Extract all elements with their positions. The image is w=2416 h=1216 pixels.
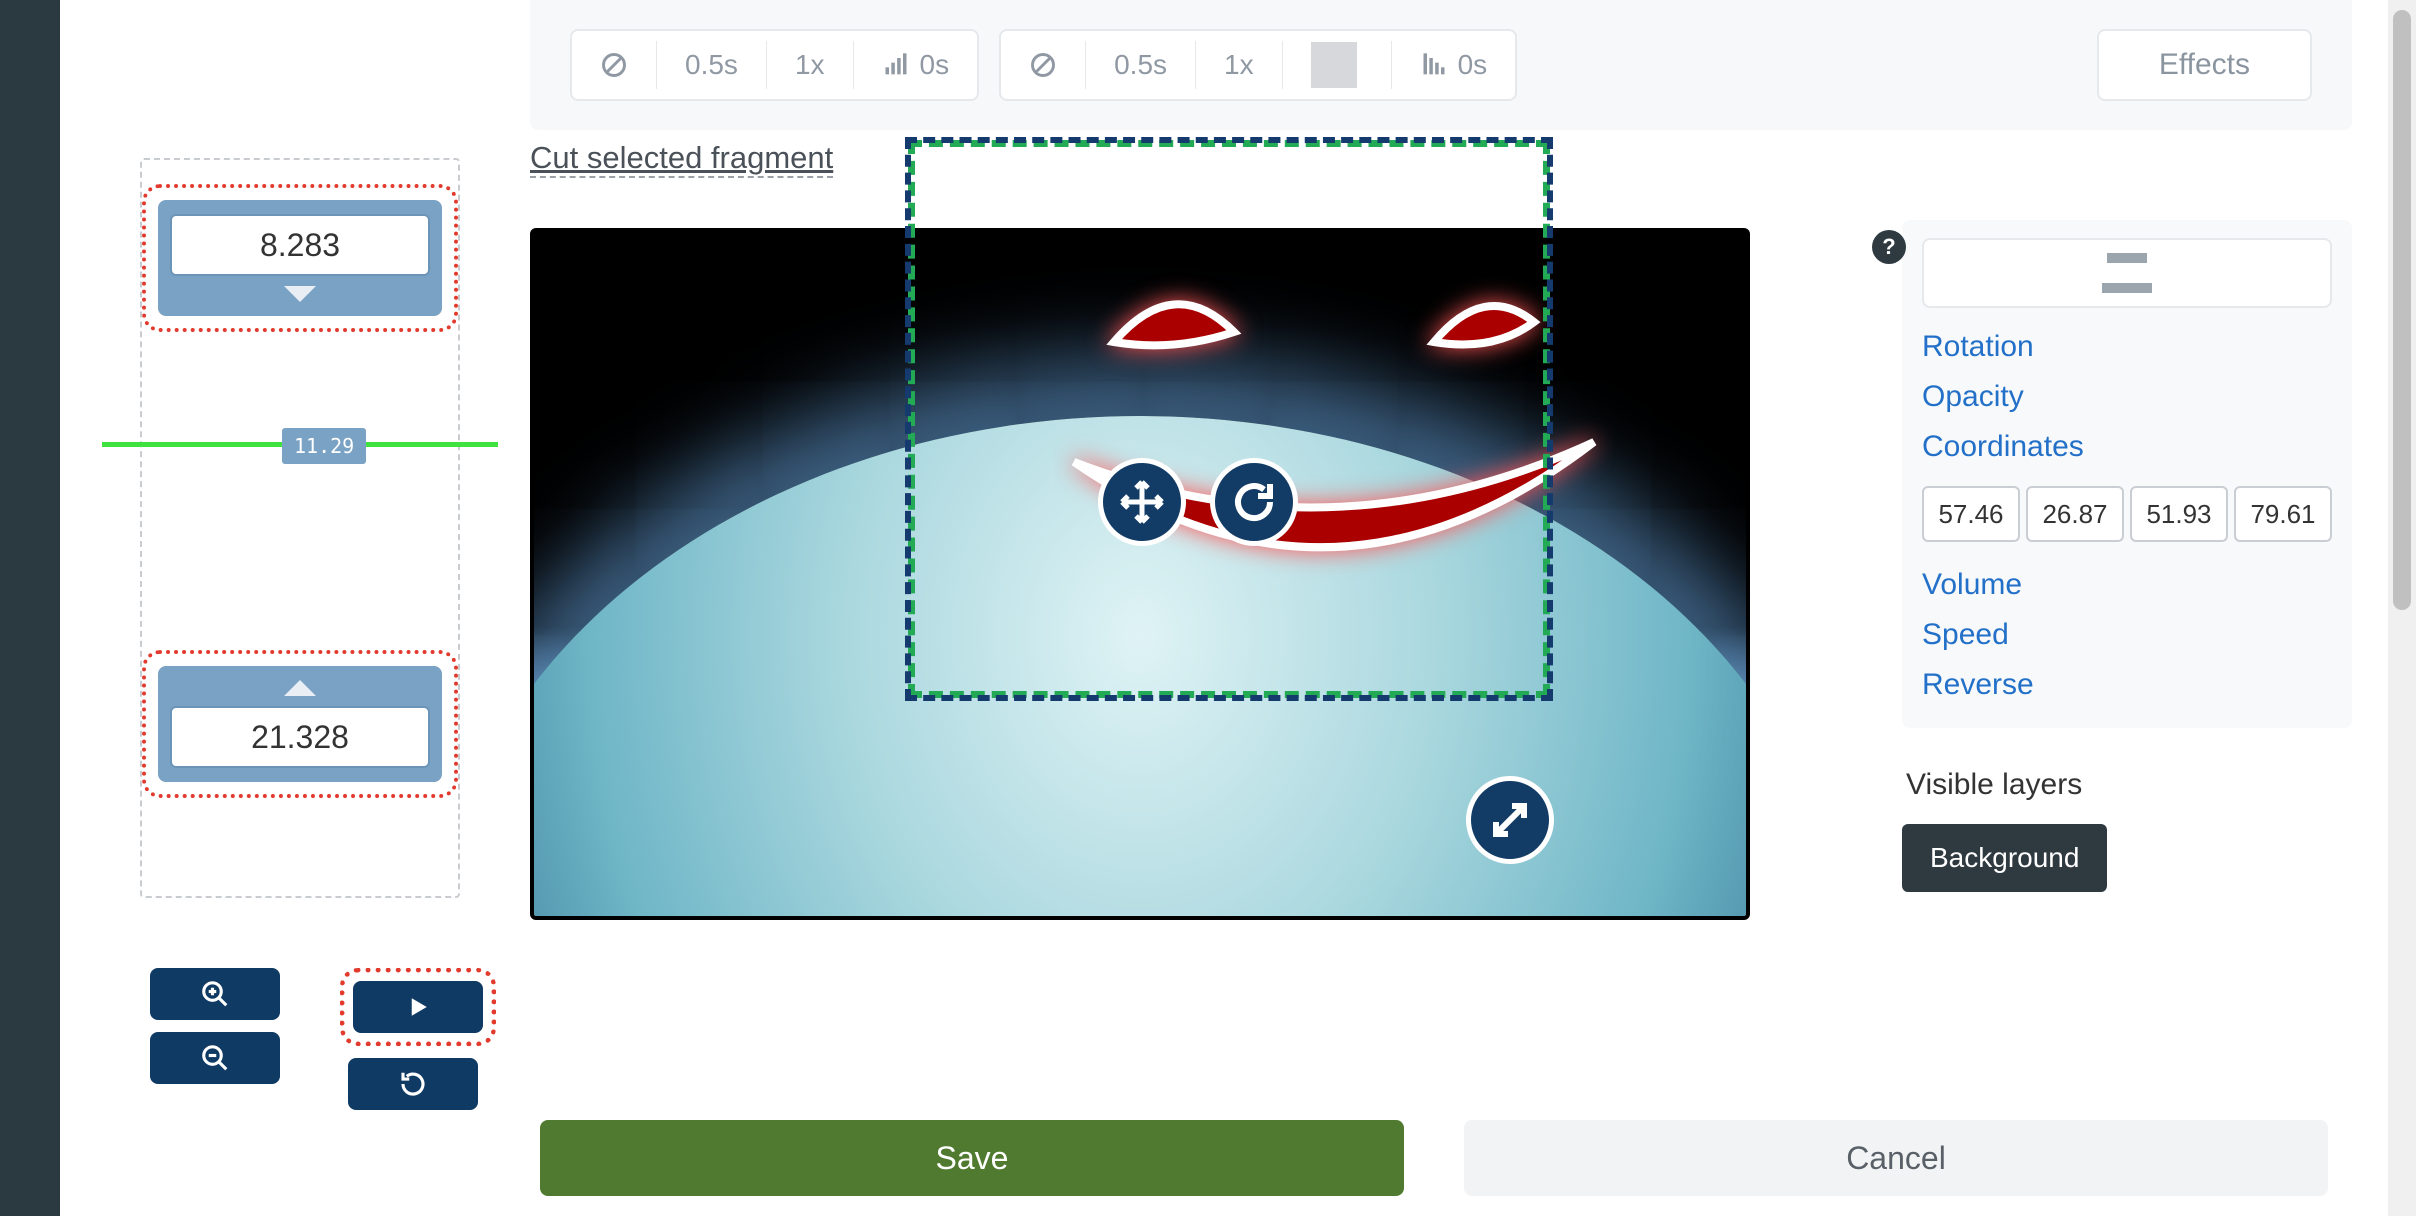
disable-icon bbox=[600, 51, 628, 79]
color-swatch bbox=[1311, 42, 1357, 88]
selection-box[interactable] bbox=[908, 140, 1550, 698]
segment-b[interactable]: 0.5s 1x 0s bbox=[999, 29, 1517, 101]
coord-y1[interactable]: 26.87 bbox=[2026, 486, 2124, 542]
rotate-handle[interactable] bbox=[1210, 458, 1298, 546]
coord-y2[interactable]: 79.61 bbox=[2234, 486, 2332, 542]
properties-column: ? Rotation Opacity Coordinates 57.46 bbox=[1902, 130, 2352, 1216]
zoom-out-button[interactable] bbox=[150, 1032, 280, 1084]
left-rail bbox=[0, 0, 60, 1216]
coordinates-link[interactable]: Coordinates bbox=[1922, 430, 2332, 464]
top-toolbar: 0.5s 1x 0s 0.5s 1x 0s Effects bbox=[530, 0, 2352, 130]
chevron-up-icon bbox=[284, 680, 316, 696]
play-button[interactable] bbox=[353, 981, 483, 1033]
end-handle-highlight: 21.328 bbox=[142, 650, 458, 798]
start-time-input[interactable]: 8.283 bbox=[170, 214, 430, 276]
position-icon bbox=[2102, 253, 2152, 293]
scrollbar[interactable] bbox=[2388, 0, 2416, 1216]
layer-background[interactable]: Background bbox=[1902, 824, 2107, 892]
effects-button[interactable]: Effects bbox=[2097, 29, 2312, 101]
coord-x2[interactable]: 51.93 bbox=[2130, 486, 2228, 542]
start-handle-highlight: 8.283 bbox=[142, 184, 458, 332]
position-preset-button[interactable] bbox=[1922, 238, 2332, 308]
coord-x1[interactable]: 57.46 bbox=[1922, 486, 2020, 542]
resize-handle[interactable] bbox=[1466, 776, 1554, 864]
playhead-value[interactable]: 11.29 bbox=[282, 428, 366, 464]
save-button[interactable]: Save bbox=[540, 1120, 1404, 1196]
rotation-link[interactable]: Rotation bbox=[1922, 330, 2332, 364]
reverse-link[interactable]: Reverse bbox=[1922, 668, 2332, 702]
scroll-thumb[interactable] bbox=[2393, 10, 2411, 610]
end-time-input[interactable]: 21.328 bbox=[170, 706, 430, 768]
seg-b-duration: 0.5s bbox=[1086, 31, 1195, 99]
speed-link[interactable]: Speed bbox=[1922, 618, 2332, 652]
volume-link[interactable]: Volume bbox=[1922, 568, 2332, 602]
timeline-track[interactable]: 8.283 11.29 21.328 bbox=[140, 158, 460, 898]
chevron-down-icon bbox=[284, 286, 316, 302]
opacity-link[interactable]: Opacity bbox=[1922, 380, 2332, 414]
seg-a-offset: 0s bbox=[920, 49, 950, 81]
bars-down-icon bbox=[1420, 51, 1448, 79]
seg-b-speed: 1x bbox=[1196, 31, 1282, 99]
preview-area[interactable] bbox=[530, 228, 1750, 920]
end-handle[interactable]: 21.328 bbox=[158, 666, 442, 782]
cancel-button[interactable]: Cancel bbox=[1464, 1120, 2328, 1196]
seg-a-speed: 1x bbox=[767, 31, 853, 99]
seg-a-duration: 0.5s bbox=[657, 31, 766, 99]
segment-a[interactable]: 0.5s 1x 0s bbox=[570, 29, 979, 101]
coordinates-row: 57.46 26.87 51.93 79.61 bbox=[1922, 486, 2332, 542]
start-handle[interactable]: 8.283 bbox=[158, 200, 442, 316]
move-handle[interactable] bbox=[1098, 458, 1186, 546]
seg-b-offset: 0s bbox=[1458, 49, 1488, 81]
play-button-highlight bbox=[340, 968, 496, 1046]
zoom-in-button[interactable] bbox=[150, 968, 280, 1020]
bars-up-icon bbox=[882, 51, 910, 79]
help-icon[interactable]: ? bbox=[1872, 230, 1906, 264]
cut-fragment-link[interactable]: Cut selected fragment bbox=[530, 140, 833, 178]
timeline-column: 8.283 11.29 21.328 bbox=[60, 130, 530, 1216]
disable-icon bbox=[1029, 51, 1057, 79]
properties-panel: Rotation Opacity Coordinates 57.46 26.87… bbox=[1902, 220, 2352, 728]
visible-layers-title: Visible layers bbox=[1906, 768, 2352, 802]
replay-button[interactable] bbox=[348, 1058, 478, 1110]
